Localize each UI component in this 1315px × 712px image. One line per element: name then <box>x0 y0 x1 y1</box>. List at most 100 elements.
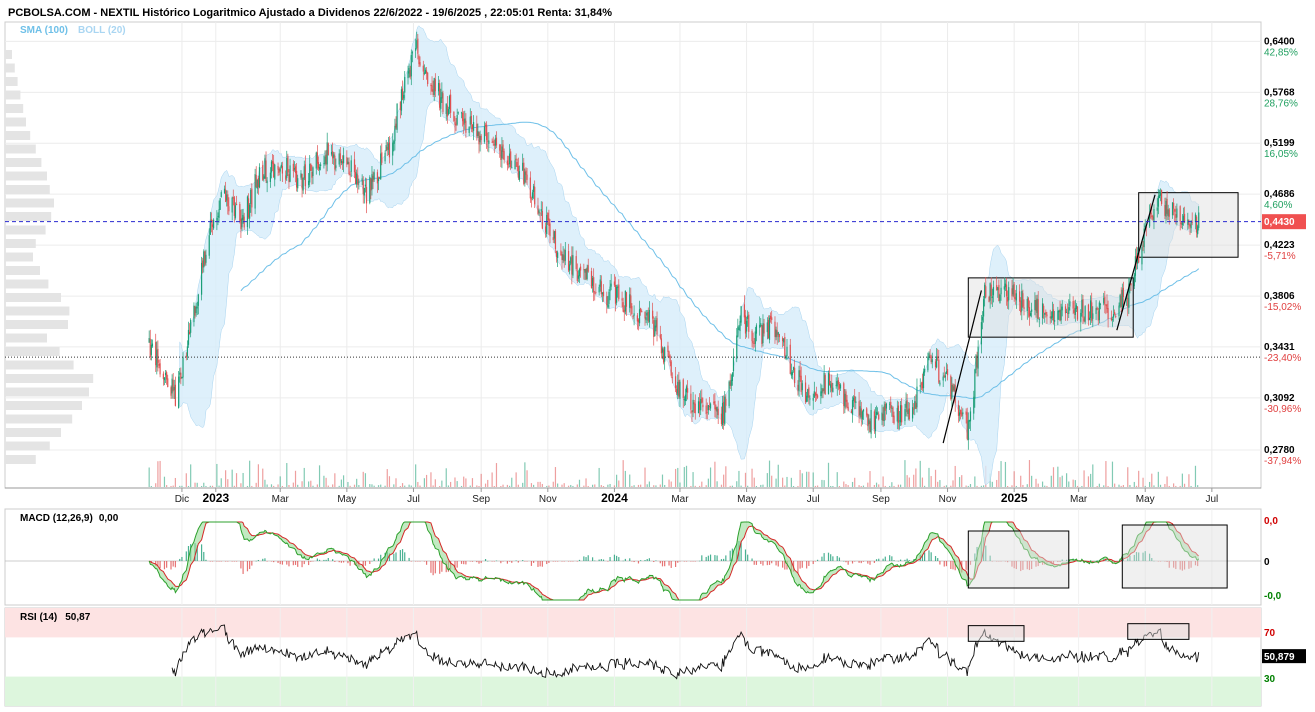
macd-histogram-bar <box>633 561 635 563</box>
macd-histogram-bar <box>725 555 727 561</box>
candle-body <box>1164 205 1166 216</box>
candle-body <box>448 96 451 110</box>
macd-histogram-bar <box>476 561 478 563</box>
volume-bar <box>1133 481 1135 487</box>
volume-bar <box>303 467 305 487</box>
macd-histogram-bar <box>484 559 487 561</box>
volume-bar <box>934 469 937 487</box>
volume-bar <box>616 474 618 487</box>
volume-bar <box>1105 461 1107 487</box>
volume-bar <box>1044 485 1046 487</box>
candle-body <box>725 398 727 406</box>
candle-body <box>924 369 926 373</box>
macd-histogram-bar <box>174 561 176 568</box>
volume-bar <box>1031 475 1033 487</box>
macd-histogram-bar <box>858 561 860 563</box>
candle-body <box>180 372 182 380</box>
macd-histogram-bar <box>692 561 694 562</box>
macd-histogram-bar <box>716 555 718 561</box>
price-highlight-box <box>967 277 1134 338</box>
candle-body <box>363 187 365 196</box>
candle-body <box>514 160 516 170</box>
candle-body <box>736 335 738 359</box>
candle-body <box>700 398 702 411</box>
candle-body <box>1114 312 1116 315</box>
volume-bar <box>251 485 253 487</box>
candle-body <box>1057 310 1059 320</box>
candle-body <box>303 166 305 179</box>
candle-body <box>334 155 336 170</box>
candle-body <box>1087 304 1090 321</box>
macd-histogram-bar <box>908 560 910 561</box>
macd-histogram-bar <box>318 559 321 561</box>
candle-body <box>502 144 504 152</box>
macd-histogram-bar <box>843 560 845 562</box>
volume-bar <box>1151 473 1153 487</box>
volume-bar <box>1050 475 1052 487</box>
candle-body <box>766 322 768 333</box>
candle-body <box>744 315 747 334</box>
volume-bar <box>332 484 334 487</box>
candle-body <box>679 381 681 399</box>
volume-bar <box>1148 481 1151 487</box>
candle-body <box>174 384 176 406</box>
candle-body <box>1098 302 1100 321</box>
candle-body <box>479 135 481 143</box>
volume-bar <box>517 484 519 487</box>
candle-body <box>607 304 609 308</box>
volume-bar <box>246 485 249 487</box>
volume-bar <box>899 484 902 487</box>
candle-body <box>372 175 374 182</box>
candle-body <box>647 312 649 321</box>
volume-profile-bar <box>5 158 42 167</box>
current-price-tag: 0,4430 <box>1262 214 1306 230</box>
candle-body <box>655 320 657 328</box>
candle-body <box>729 381 731 386</box>
candle-body <box>723 401 725 424</box>
chart-title: PCBOLSA.COM - NEXTIL Histórico Logaritmi… <box>8 7 612 19</box>
macd-histogram-bar <box>836 556 838 561</box>
volume-bar <box>148 467 150 487</box>
candle-body <box>457 112 459 114</box>
candle-body <box>280 164 282 168</box>
price-tick-pct: -30,96% <box>1264 404 1301 415</box>
macd-histogram-bar <box>399 550 401 561</box>
price-tick-pct: 28,76% <box>1264 98 1298 109</box>
candle-body <box>241 217 243 228</box>
volume-bar <box>897 484 899 487</box>
candle-body <box>567 250 570 271</box>
macd-histogram-bar <box>246 561 249 572</box>
volume-bar <box>1098 483 1100 487</box>
candle-body <box>200 262 203 295</box>
volume-bar <box>537 481 539 487</box>
candle-body <box>697 401 700 414</box>
candle-body <box>824 375 826 395</box>
candle-body <box>486 124 488 140</box>
volume-bar <box>506 484 508 487</box>
candle-body <box>799 370 801 378</box>
volume-bar <box>1076 485 1079 487</box>
candle-body <box>728 381 730 407</box>
candle-body <box>240 218 242 229</box>
macd-histogram-bar <box>766 561 768 566</box>
candle-body <box>791 372 794 375</box>
candle-body <box>968 419 970 422</box>
macd-histogram-bar <box>587 555 589 561</box>
candle-body <box>537 205 539 214</box>
macd-histogram-bar <box>373 558 375 561</box>
candle-body <box>324 156 326 164</box>
candle-body <box>148 337 150 343</box>
candle-body <box>717 408 719 416</box>
candle-body <box>721 402 724 425</box>
time-tick-label: Jul <box>1205 494 1218 505</box>
macd-histogram-bar <box>768 561 771 565</box>
candle-body <box>1049 316 1051 318</box>
candle-body <box>960 410 962 415</box>
time-tick-label: Nov <box>939 494 957 505</box>
candle-body <box>196 306 198 309</box>
macd-histogram-bar <box>709 554 712 561</box>
candle-body <box>151 343 154 347</box>
macd-histogram-bar <box>242 561 244 574</box>
candle-body <box>572 255 574 276</box>
candle-body <box>265 160 267 181</box>
